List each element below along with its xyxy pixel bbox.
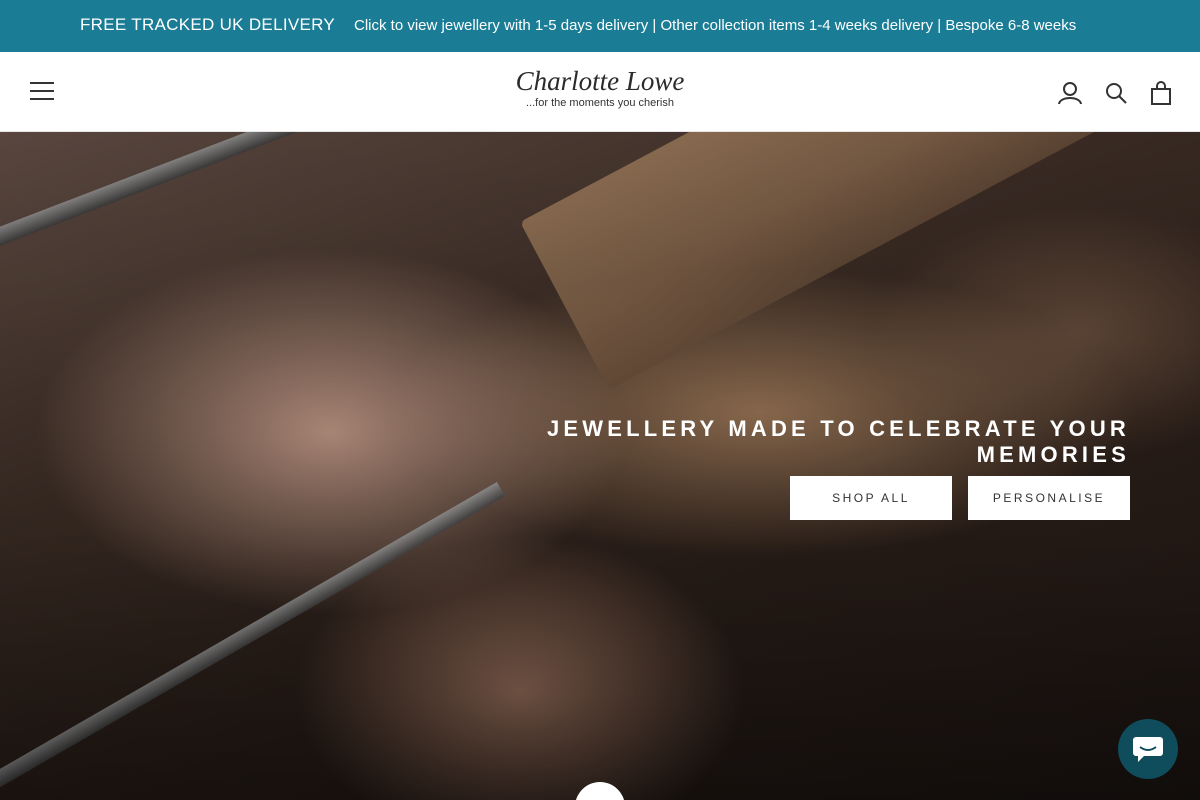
chat-icon xyxy=(1133,737,1163,762)
announcement-details[interactable]: Click to view jewellery with 1-5 days de… xyxy=(354,17,1076,34)
logo[interactable]: Charlotte Lowe ...for the moments you ch… xyxy=(500,66,700,118)
logo-tagline: ...for the moments you cherish xyxy=(526,97,674,109)
search-icon[interactable] xyxy=(1103,80,1129,106)
personalise-button[interactable]: PERSONALISE xyxy=(968,476,1130,520)
account-icon[interactable] xyxy=(1057,80,1083,106)
announcement-bar[interactable]: FREE TRACKED UK DELIVERY Click to view j… xyxy=(0,0,1200,52)
logo-brand: Charlotte Lowe xyxy=(515,66,685,96)
menu-icon[interactable] xyxy=(30,82,54,102)
hero-title: JEWELLERY MADE TO CELEBRATE YOUR MEMORIE… xyxy=(546,416,1130,467)
site-header: Charlotte Lowe ...for the moments you ch… xyxy=(0,52,1200,132)
shop-all-button[interactable]: SHOP ALL xyxy=(790,476,952,520)
announcement-headline[interactable]: FREE TRACKED UK DELIVERY xyxy=(80,15,335,35)
hero-banner: JEWELLERY MADE TO CELEBRATE YOUR MEMORIE… xyxy=(0,132,1200,800)
cart-icon[interactable] xyxy=(1148,80,1174,106)
chat-button[interactable] xyxy=(1118,719,1178,779)
